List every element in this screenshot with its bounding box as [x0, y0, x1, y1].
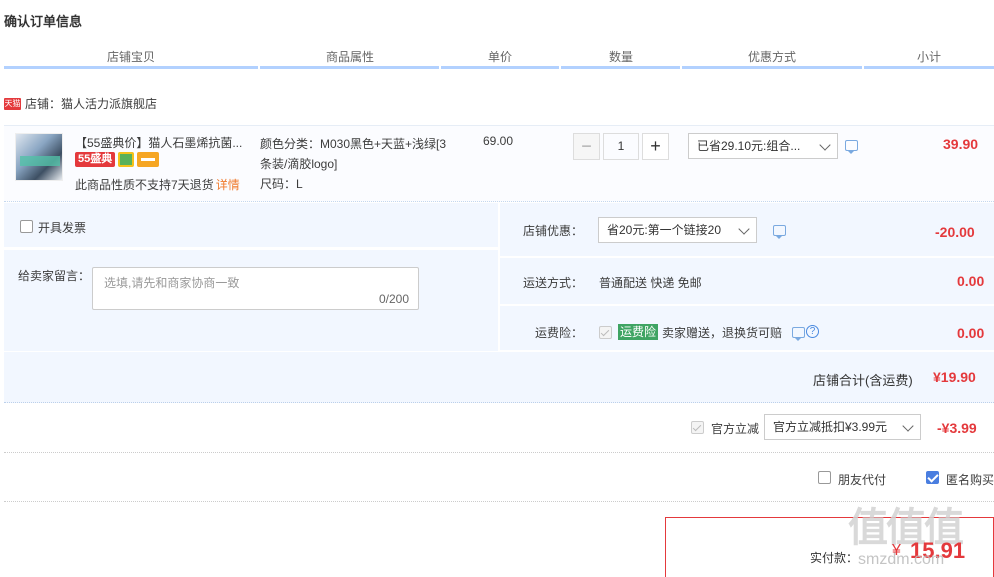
shipping-value: 普通配送 快递 免邮 [599, 276, 702, 290]
payment-label: 实付款： [810, 551, 859, 565]
message-placeholder: 选填,请先和商家协商一致 [104, 276, 240, 290]
help-icon[interactable]: ? [806, 325, 819, 338]
order-item-row: 【55盛典价】猫人石墨烯抗菌... 55盛典 此商品性质不支持7天退货 详情 颜色… [4, 125, 994, 202]
friend-pay-label: 朋友代付 [838, 473, 887, 487]
product-attributes: 颜色分类：M030黑色+天蓝+浅绿[3条装/滴胶logo] 尺码：L [260, 134, 450, 194]
guarantee-icon [118, 152, 135, 167]
page-title: 确认订单信息 [4, 14, 83, 29]
official-discount-amount: -¥3.99 [937, 420, 977, 436]
no-return-text: 此商品性质不支持7天退货 [75, 178, 214, 192]
column-header-item: 店铺宝贝 [106, 50, 155, 64]
store-discount-value: 省20元:第一个链接20 [607, 223, 722, 237]
freight-insurance-tag: 运费险 [618, 324, 659, 340]
column-header-subtotal: 小计 [916, 50, 941, 64]
freight-insurance-checkbox [599, 326, 612, 339]
store-discount-amount: -20.00 [935, 224, 975, 240]
sale-badge: 55盛典 [75, 152, 116, 167]
product-badges: 55盛典 [75, 152, 160, 167]
anonymous-purchase-label: 匿名购买 [946, 473, 994, 487]
shop-total-label: 店铺合计(含运费) [813, 373, 913, 388]
message-icon[interactable] [845, 140, 858, 154]
shop-total-amount: ¥19.90 [933, 369, 976, 385]
product-title[interactable]: 【55盛典价】猫人石墨烯抗菌... [75, 134, 242, 151]
anonymous-purchase-checkbox[interactable] [926, 471, 939, 484]
quantity-decrease-button[interactable]: − [573, 133, 600, 160]
message-icon[interactable] [792, 327, 805, 341]
invoice-label: 开具发票 [38, 221, 87, 235]
no-return-notice: 此商品性质不支持7天退货 详情 [75, 176, 240, 193]
chevron-down-icon [819, 139, 831, 151]
official-discount-value: 官方立减抵扣¥3.99元 [773, 420, 888, 434]
column-header-discount: 优惠方式 [747, 50, 796, 64]
seller-message-input[interactable]: 选填,请先和商家协商一致 0/200 [92, 267, 419, 310]
item-subtotal: 39.90 [943, 136, 979, 152]
column-header-quantity: 数量 [608, 50, 633, 64]
official-discount-label: 官方立减 [711, 422, 760, 436]
product-thumbnail[interactable] [15, 133, 63, 181]
item-discount-value: 已省29.10元:组合... [697, 139, 801, 153]
official-discount-select[interactable]: 官方立减抵扣¥3.99元 [764, 414, 921, 440]
shop-name[interactable]: 店铺：猫人活力派旗舰店 [25, 96, 157, 112]
message-counter: 0/200 [378, 292, 409, 306]
shop-info: 天猫 店铺：猫人活力派旗舰店 [4, 96, 157, 112]
freight-insurance-text: 卖家赠送，退换货可赔 [662, 326, 783, 340]
official-discount-checkbox[interactable] [691, 421, 704, 434]
watermark-domain: smzdm.com [858, 551, 945, 568]
chevron-down-icon [738, 223, 750, 235]
attr-color: 颜色分类：M030黑色+天蓝+浅绿[3条装/滴胶logo] [260, 137, 447, 171]
chevron-down-icon [902, 420, 914, 432]
item-discount-select[interactable]: 已省29.10元:组合... [688, 133, 838, 159]
freight-insurance-label: 运费险： [535, 326, 584, 340]
quantity-input[interactable]: 1 [603, 133, 639, 160]
freight-insurance-amount: 0.00 [957, 325, 985, 341]
friend-pay-checkbox[interactable] [818, 471, 831, 484]
header-divider [4, 66, 994, 69]
quantity-stepper: − 1 + [573, 133, 669, 160]
column-headers: 店铺宝贝 商品属性 单价 数量 优惠方式 小计 [4, 48, 994, 68]
message-label: 给卖家留言： [18, 269, 91, 283]
shipping-label: 运送方式： [523, 276, 584, 290]
shipping-amount: 0.00 [957, 273, 985, 289]
column-header-attrs: 商品属性 [325, 50, 374, 64]
store-discount-label: 店铺优惠： [523, 224, 584, 238]
column-header-price: 单价 [487, 50, 512, 64]
invoice-checkbox[interactable] [20, 220, 33, 233]
store-discount-select[interactable]: 省20元:第一个链接20 [598, 217, 757, 243]
attr-size: 尺码：L [260, 177, 303, 191]
quantity-increase-button[interactable]: + [642, 133, 669, 160]
message-icon[interactable] [773, 225, 786, 239]
detail-link[interactable]: 详情 [216, 178, 240, 192]
unit-price: 69.00 [483, 134, 514, 148]
tmall-icon: 天猫 [4, 98, 21, 110]
card-icon [137, 152, 160, 167]
